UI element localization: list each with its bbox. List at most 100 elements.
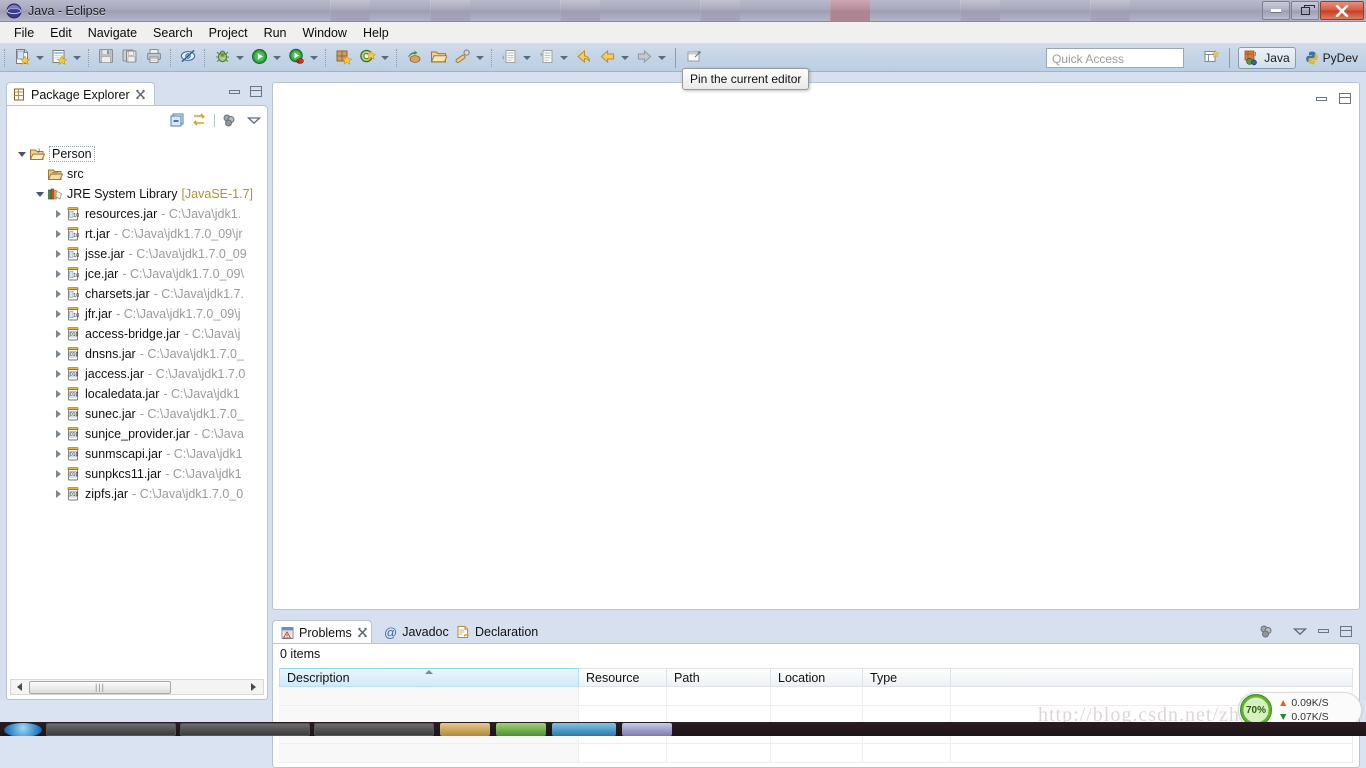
filters-icon[interactable] — [221, 112, 237, 128]
tab-package-explorer[interactable]: Package Explorer — [6, 82, 155, 106]
maximize-icon[interactable] — [1340, 625, 1352, 637]
maximize-icon[interactable] — [1339, 93, 1351, 104]
minimize-icon[interactable] — [229, 89, 240, 94]
search-dropdown[interactable] — [474, 47, 485, 69]
run-dropdown[interactable] — [271, 47, 282, 69]
previous-annotation-dropdown[interactable] — [558, 47, 569, 69]
back-button[interactable] — [596, 47, 618, 69]
new-java-class-button[interactable] — [48, 47, 70, 69]
link-with-editor-icon[interactable] — [191, 112, 208, 128]
column-header[interactable]: Location — [771, 668, 863, 687]
tree-item[interactable]: 10 resources.jar - C:\Java\jdk1. — [7, 204, 267, 224]
tree-collapse-icon[interactable] — [15, 151, 29, 157]
minimize-icon[interactable] — [1316, 96, 1327, 101]
taskbar-item[interactable] — [314, 723, 434, 736]
tree-item[interactable]: 10 jfr.jar - C:\Java\jdk1.7.0_09\j — [7, 304, 267, 324]
tree-item[interactable]: 010 localedata.jar - C:\Java\jdk1 — [7, 384, 267, 404]
menu-edit[interactable]: Edit — [42, 24, 80, 42]
tree-expand-icon[interactable] — [51, 350, 65, 358]
close-button[interactable] — [1320, 1, 1364, 20]
taskbar-item[interactable] — [440, 723, 490, 736]
debug-button[interactable] — [211, 47, 233, 69]
new-wizard-button[interactable] — [11, 47, 33, 69]
back-dropdown[interactable] — [619, 47, 630, 69]
save-button[interactable] — [95, 47, 117, 69]
tree-item[interactable]: 10 jsse.jar - C:\Java\jdk1.7.0_09 — [7, 244, 267, 264]
tree-expand-icon[interactable] — [51, 230, 65, 238]
debug-dropdown[interactable] — [234, 47, 245, 69]
tab-javadoc[interactable]: @ Javadoc — [376, 620, 457, 644]
tree-expand-icon[interactable] — [51, 310, 65, 318]
tree-expand-icon[interactable] — [51, 450, 65, 458]
minimize-button[interactable] — [1262, 1, 1290, 20]
save-all-button[interactable] — [119, 47, 141, 69]
open-folder-button[interactable] — [427, 47, 449, 69]
tree-expand-icon[interactable] — [51, 470, 65, 478]
column-header[interactable]: Resource — [579, 668, 667, 687]
tree-item[interactable]: 010 sunjce_provider.jar - C:\Java — [7, 424, 267, 444]
open-type-button[interactable] — [356, 47, 378, 69]
external-tools-dropdown[interactable] — [308, 47, 319, 69]
tree-expand-icon[interactable] — [51, 370, 65, 378]
close-icon[interactable] — [135, 89, 146, 100]
collapse-all-icon[interactable] — [169, 112, 185, 128]
scroll-left-icon[interactable] — [11, 680, 27, 694]
toggle-mark-occurrences-button[interactable] — [177, 47, 199, 69]
package-explorer-tree[interactable]: J Person src JRE System Library [JavaSE-1.7]… — [7, 144, 267, 689]
tree-expand-icon[interactable] — [51, 210, 65, 218]
column-header[interactable]: Description — [279, 668, 579, 687]
view-menu-icon[interactable] — [247, 115, 261, 125]
new-wizard-dropdown[interactable] — [34, 47, 45, 69]
close-icon[interactable] — [357, 627, 368, 638]
tree-item[interactable]: 10 jce.jar - C:\Java\jdk1.7.0_09\ — [7, 264, 267, 284]
tree-item[interactable]: src — [7, 164, 267, 184]
menu-search[interactable]: Search — [145, 24, 201, 42]
open-type-dropdown[interactable] — [379, 47, 390, 69]
menu-project[interactable]: Project — [201, 24, 256, 42]
package-explorer-hscrollbar[interactable]: ||| — [10, 679, 264, 695]
taskbar-item[interactable] — [180, 723, 310, 736]
view-menu-icon[interactable] — [1293, 626, 1307, 636]
perspective-pydev[interactable]: PyDev — [1298, 47, 1364, 69]
tree-collapse-icon[interactable] — [33, 191, 47, 197]
tree-item[interactable]: 010 dnsns.jar - C:\Java\jdk1.7.0_ — [7, 344, 267, 364]
tree-item[interactable]: 010 access-bridge.jar - C:\Java\j — [7, 324, 267, 344]
next-annotation-button[interactable] — [498, 47, 520, 69]
external-tools-button[interactable] — [285, 47, 307, 69]
tree-item[interactable]: J Person — [7, 144, 267, 164]
scroll-right-icon[interactable] — [245, 680, 261, 694]
tree-item[interactable]: 010 zipfs.jar - C:\Java\jdk1.7.0_0 — [7, 484, 267, 504]
new-java-package-button[interactable] — [332, 47, 354, 69]
open-task-button[interactable] — [403, 47, 425, 69]
menu-run[interactable]: Run — [256, 24, 295, 42]
quick-access-input[interactable]: Quick Access — [1046, 48, 1184, 68]
forward-button[interactable] — [633, 47, 655, 69]
tree-expand-icon[interactable] — [51, 490, 65, 498]
start-button[interactable] — [4, 723, 42, 736]
minimize-icon[interactable] — [1318, 629, 1329, 633]
tree-expand-icon[interactable] — [51, 250, 65, 258]
menu-navigate[interactable]: Navigate — [80, 24, 145, 42]
column-header[interactable]: Path — [667, 668, 771, 687]
pin-editor-button[interactable] — [683, 47, 705, 69]
print-button[interactable] — [143, 47, 165, 69]
next-annotation-dropdown[interactable] — [521, 47, 532, 69]
tree-expand-icon[interactable] — [51, 270, 65, 278]
taskbar-item[interactable] — [622, 723, 672, 736]
new-java-class-dropdown[interactable] — [71, 47, 82, 69]
tree-item[interactable]: JRE System Library [JavaSE-1.7] — [7, 184, 267, 204]
filters-icon[interactable] — [1258, 623, 1274, 639]
menu-file[interactable]: File — [6, 24, 42, 42]
search-button[interactable] — [451, 47, 473, 69]
restore-button[interactable] — [1291, 1, 1319, 20]
tree-item[interactable]: 010 jaccess.jar - C:\Java\jdk1.7.0 — [7, 364, 267, 384]
tree-expand-icon[interactable] — [51, 290, 65, 298]
tree-item[interactable]: 10 charsets.jar - C:\Java\jdk1.7. — [7, 284, 267, 304]
forward-dropdown[interactable] — [656, 47, 667, 69]
open-perspective-button[interactable] — [1200, 47, 1222, 69]
tree-expand-icon[interactable] — [51, 330, 65, 338]
menu-help[interactable]: Help — [355, 24, 397, 42]
last-edit-location-button[interactable] — [572, 47, 594, 69]
tree-expand-icon[interactable] — [51, 390, 65, 398]
taskbar-item[interactable] — [46, 723, 176, 736]
